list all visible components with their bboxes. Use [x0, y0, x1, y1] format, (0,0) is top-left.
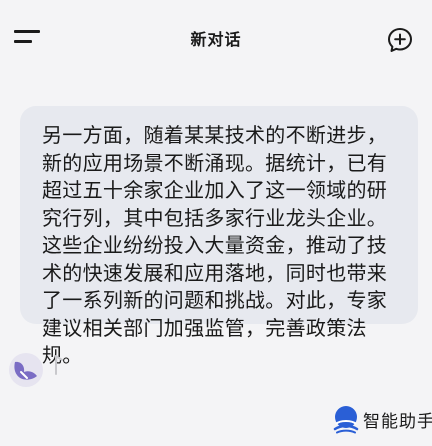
message-text: 另一方面，随着某某技术的不断进步，新的应用场景不断涌现。据统计，已有超过五十余家… [42, 123, 388, 367]
message-bubble: 另一方面，随着某某技术的不断进步，新的应用场景不断涌现。据统计，已有超过五十余家… [20, 106, 418, 367]
thumb-icon[interactable] [54, 354, 68, 376]
brand: 智能助手 [331, 399, 432, 439]
page-title: 新对话 [190, 30, 242, 49]
chat-app: 新对话 另一方面，随着某某技术的不断进步，新的应用场景不断涌现。据统计，已有超过… [0, 0, 432, 446]
new-chat-icon[interactable] [386, 26, 414, 54]
assistant-avatar-icon[interactable] [4, 348, 48, 392]
brand-logo-icon [331, 404, 361, 434]
brand-name: 智能助手 [363, 411, 432, 432]
header: 新对话 [0, 0, 432, 78]
